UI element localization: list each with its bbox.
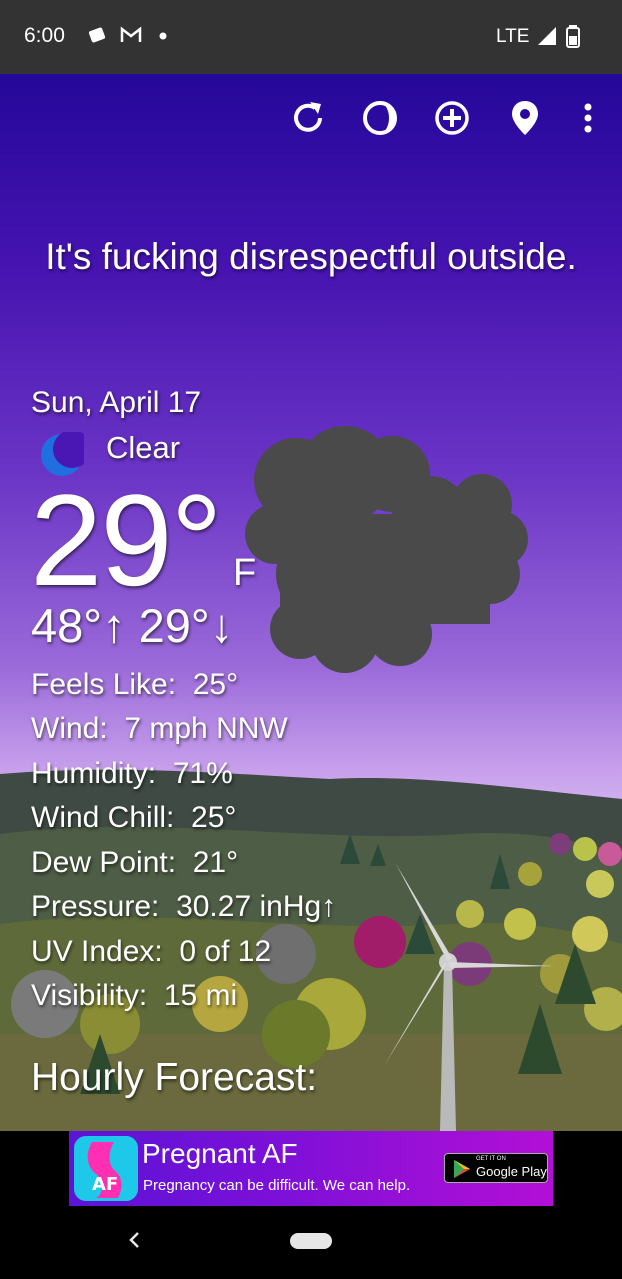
theme-icon[interactable]	[360, 98, 400, 138]
store-small-text: GET IT ON	[476, 1156, 506, 1162]
gmail-icon	[120, 26, 142, 42]
ad-logo-icon: AF	[87, 1142, 122, 1198]
ad-banner[interactable]: AF Pregnant AF Pregnancy can be difficul…	[69, 1131, 553, 1206]
google-play-button[interactable]: GET IT ON Google Play	[444, 1153, 548, 1183]
current-date: Sun, April 17	[31, 386, 202, 419]
refresh-icon[interactable]	[288, 98, 328, 138]
current-temperature: 29°	[30, 467, 223, 613]
hourly-forecast-heading: Hourly Forecast:	[31, 1056, 318, 1099]
detail-uv-index: UV Index: 0 of 12	[31, 935, 272, 968]
more-vert-icon[interactable]	[568, 98, 608, 138]
dot-icon	[159, 32, 167, 40]
detail-visibility: Visibility: 15 mi	[31, 979, 238, 1012]
store-label: Google Play	[476, 1164, 547, 1179]
detail-humidity: Humidity: 71%	[31, 757, 233, 790]
home-button[interactable]	[290, 1233, 332, 1249]
notification-icon	[88, 27, 106, 43]
condition-text: Clear	[106, 430, 181, 465]
battery-icon	[566, 25, 580, 48]
temperature-unit: F	[233, 552, 257, 594]
bottom-area: AF Pregnant AF Pregnancy can be difficul…	[0, 1131, 622, 1279]
high-low-temperature: 48°↑ 29°↓	[31, 599, 234, 652]
play-store-icon	[454, 1160, 470, 1178]
detail-feels-like: Feels Like: 25°	[31, 668, 239, 701]
weather-headline: It's fucking disrespectful outside.	[45, 236, 577, 277]
ad-subtitle: Pregnancy can be difficult. We can help.	[143, 1177, 411, 1194]
status-bar: 6:00 LTE	[0, 0, 622, 74]
network-type: LTE	[496, 26, 530, 47]
location-pin-icon[interactable]	[505, 98, 545, 138]
add-location-icon[interactable]	[432, 98, 472, 138]
detail-pressure: Pressure: 30.27 inHg↑	[31, 890, 337, 923]
detail-wind-chill: Wind Chill: 25°	[31, 801, 237, 834]
detail-wind: Wind: 7 mph NNW	[31, 712, 288, 745]
status-time: 6:00	[24, 24, 65, 47]
ad-app-logo: AF	[74, 1136, 138, 1201]
weather-screen[interactable]: It's fucking disrespectful outside. Sun,…	[0, 74, 622, 1131]
signal-icon	[538, 27, 556, 45]
ad-title: Pregnant AF	[142, 1138, 298, 1169]
back-icon[interactable]	[120, 1225, 150, 1255]
detail-dew-point: Dew Point: 21°	[31, 846, 239, 879]
svg-text:AF: AF	[92, 1174, 118, 1195]
